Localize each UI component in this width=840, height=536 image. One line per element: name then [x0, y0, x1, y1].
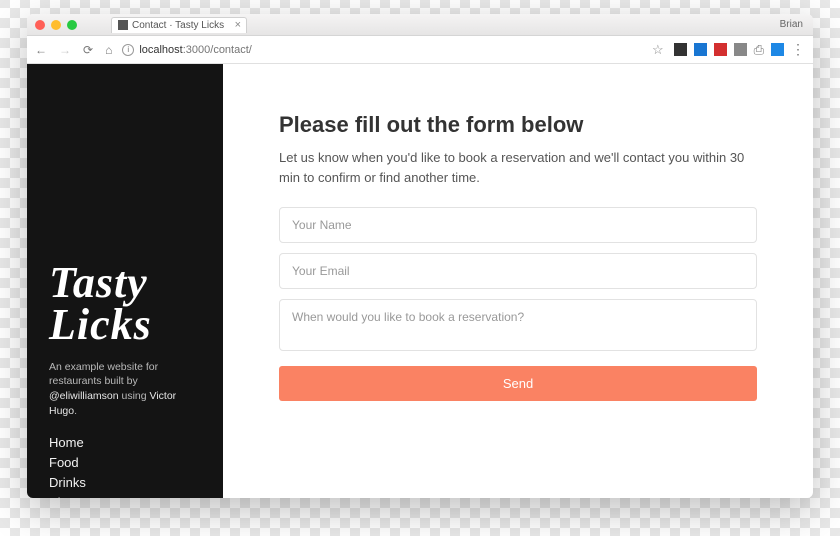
- logo-line-2: Licks: [49, 304, 205, 346]
- nav-item-home[interactable]: Home: [49, 432, 205, 452]
- page-heading: Please fill out the form below: [279, 112, 757, 138]
- tagline-text: An example website for restaurants built…: [49, 361, 158, 388]
- extension-icons: ⎙ ⋮: [674, 41, 805, 58]
- sidebar: Tasty Licks An example website for resta…: [27, 64, 223, 498]
- name-input[interactable]: [279, 207, 757, 243]
- cast-icon[interactable]: ⎙: [754, 42, 764, 58]
- address-bar[interactable]: i localhost:3000/contact/: [122, 44, 642, 56]
- url-path: :3000/contact/: [183, 44, 252, 56]
- sidebar-nav: Home Food Drinks About Gallery Make A Re…: [49, 432, 205, 498]
- nav-item-drinks[interactable]: Drinks: [49, 472, 205, 492]
- window-titlebar: Contact · Tasty Licks × Brian: [27, 14, 813, 36]
- tab-title: Contact · Tasty Licks: [132, 20, 224, 31]
- favicon-icon: [118, 20, 128, 30]
- profile-label[interactable]: Brian: [780, 19, 803, 30]
- browser-window: Contact · Tasty Licks × Brian ← → ⟳ ⌂ i …: [27, 14, 813, 498]
- minimize-window-button[interactable]: [51, 20, 61, 30]
- window-controls: [35, 20, 77, 30]
- nav-item-food[interactable]: Food: [49, 452, 205, 472]
- home-icon[interactable]: ⌂: [105, 43, 112, 57]
- bookmark-star-icon[interactable]: ☆: [652, 42, 664, 58]
- extension-icon-5[interactable]: [771, 43, 784, 56]
- page-content: Tasty Licks An example website for resta…: [27, 64, 813, 498]
- site-tagline: An example website for restaurants built…: [49, 360, 205, 419]
- tagline-text: .: [74, 405, 77, 417]
- send-button[interactable]: Send: [279, 366, 757, 401]
- forward-icon[interactable]: →: [59, 43, 71, 57]
- site-logo[interactable]: Tasty Licks: [49, 262, 205, 346]
- menu-icon[interactable]: ⋮: [791, 41, 805, 58]
- extension-icon-3[interactable]: [714, 43, 727, 56]
- page-subtext: Let us know when you'd like to book a re…: [279, 148, 757, 187]
- message-textarea[interactable]: [279, 299, 757, 351]
- close-tab-icon[interactable]: ×: [235, 19, 241, 31]
- extension-icon-2[interactable]: [694, 43, 707, 56]
- browser-toolbar: ← → ⟳ ⌂ i localhost:3000/contact/ ☆ ⎙ ⋮: [27, 36, 813, 64]
- back-icon[interactable]: ←: [35, 43, 47, 57]
- author-link[interactable]: @eliwilliamson: [49, 390, 119, 402]
- extension-icon-1[interactable]: [674, 43, 687, 56]
- reload-icon[interactable]: ⟳: [83, 43, 93, 57]
- tagline-text: using: [119, 390, 150, 402]
- url-host: localhost: [139, 44, 182, 56]
- close-window-button[interactable]: [35, 20, 45, 30]
- extension-icon-4[interactable]: [734, 43, 747, 56]
- site-info-icon[interactable]: i: [122, 44, 134, 56]
- nav-icons: ← → ⟳ ⌂: [35, 43, 112, 57]
- main-area: Please fill out the form below Let us kn…: [223, 64, 813, 498]
- logo-line-1: Tasty: [49, 262, 205, 304]
- nav-item-about[interactable]: About: [49, 492, 205, 498]
- browser-tab[interactable]: Contact · Tasty Licks ×: [111, 17, 247, 33]
- email-input[interactable]: [279, 253, 757, 289]
- maximize-window-button[interactable]: [67, 20, 77, 30]
